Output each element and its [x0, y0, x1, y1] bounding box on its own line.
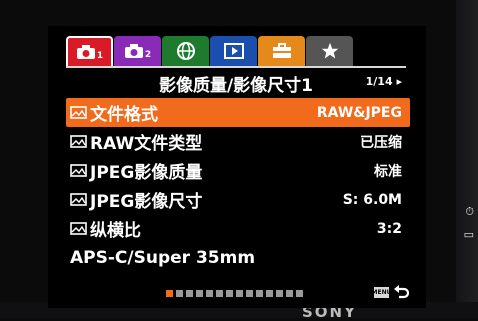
camera2-icon	[124, 44, 143, 58]
image-icon	[70, 106, 87, 119]
back-arrow-icon[interactable]	[393, 284, 409, 300]
page-dot	[206, 290, 213, 297]
menu-item-jpeg-size[interactable]: JPEG影像尺寸 S: 6.0M	[66, 185, 410, 214]
tab-my-menu[interactable]	[306, 36, 353, 66]
tab-camera-1[interactable]: 1	[66, 36, 113, 66]
menu-header: 影像质量/影像尺寸1 1/14 ▸	[66, 66, 406, 96]
page-dot	[276, 290, 283, 297]
page-dot	[176, 290, 183, 297]
next-page-icon[interactable]: ▸	[396, 75, 402, 88]
menu-item-value: RAW&JPEG	[316, 104, 402, 121]
menu-tabs: 1 2	[66, 36, 354, 66]
tab-setup[interactable]	[258, 36, 305, 66]
menu-item-value: S: 6.0M	[342, 191, 402, 208]
menu-item-apsc-super35[interactable]: APS-C/Super 35mm	[66, 243, 410, 272]
tab-playback[interactable]	[210, 36, 257, 66]
menu-item-aspect-ratio[interactable]: 纵横比 3:2	[66, 214, 410, 243]
page-dot	[246, 290, 253, 297]
page-dots	[166, 290, 306, 297]
page-dot	[226, 290, 233, 297]
menu-item-file-format[interactable]: 文件格式 RAW&JPEG	[66, 98, 410, 127]
toolbox-icon	[272, 43, 291, 58]
lcd-screen: 1 2 影像质量/影像尺寸1 1/14 ▸ 文件格式 RAW&JPEG RAW文…	[48, 26, 426, 308]
page-dot	[266, 290, 273, 297]
image-icon	[70, 222, 87, 235]
menu-item-value: 3:2	[376, 220, 402, 237]
camera-bezel: ⏱ ▭	[456, 0, 478, 318]
menu-item-label: 纵横比	[90, 221, 141, 241]
page-dot	[296, 290, 303, 297]
tab-network[interactable]	[162, 36, 209, 66]
playback-icon	[223, 43, 244, 59]
page-indicator: 1/14 ▸	[365, 75, 402, 88]
page-dot	[256, 290, 263, 297]
camera1-icon	[76, 45, 95, 59]
image-icon	[70, 193, 87, 206]
menu-item-value: 已压缩	[360, 134, 402, 151]
page-dot	[166, 290, 173, 297]
tab-camera-2[interactable]: 2	[114, 36, 161, 66]
image-icon	[70, 164, 87, 177]
menu-item-raw-file-type[interactable]: RAW文件类型 已压缩	[66, 127, 410, 156]
timer-icon: ⏱	[465, 205, 474, 218]
page-dot	[186, 290, 193, 297]
menu-button[interactable]: MENU	[372, 287, 391, 298]
page-dot	[236, 290, 243, 297]
menu-item-label: APS-C/Super 35mm	[70, 247, 256, 268]
menu-item-value: 标准	[374, 163, 402, 180]
screen-icon: ▭	[463, 228, 474, 241]
page-dot	[216, 290, 223, 297]
menu-item-jpeg-quality[interactable]: JPEG影像质量 标准	[66, 156, 410, 185]
menu-list: 文件格式 RAW&JPEG RAW文件类型 已压缩 JPEG影像质量 标准 JP…	[66, 98, 410, 272]
page-title: 影像质量/影像尺寸1	[158, 76, 314, 96]
globe-icon	[176, 42, 195, 60]
menu-item-label: JPEG影像质量	[90, 163, 203, 183]
image-icon	[70, 135, 87, 148]
star-icon	[321, 42, 338, 59]
page-dot	[286, 290, 293, 297]
page-dot	[196, 290, 203, 297]
